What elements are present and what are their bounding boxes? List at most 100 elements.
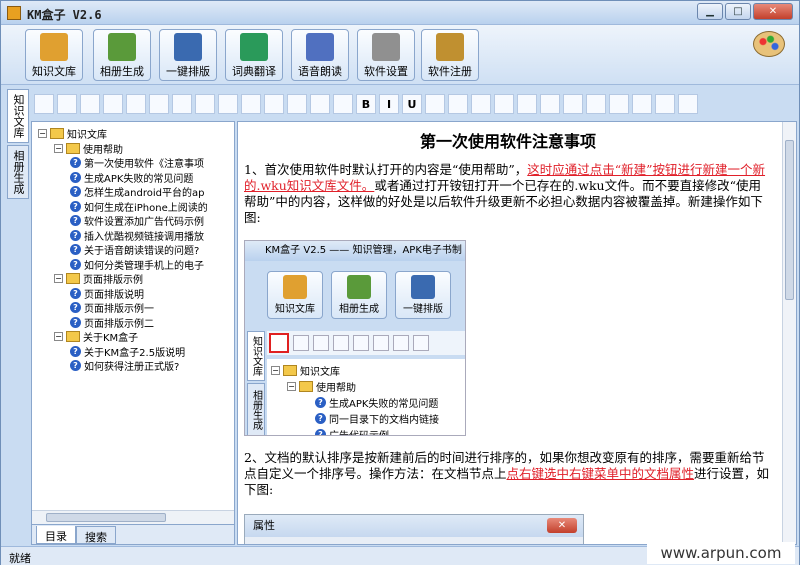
- folder-icon: [66, 273, 80, 284]
- toolbar-button-0[interactable]: 知识文库: [25, 29, 83, 81]
- collapse-toggle-icon[interactable]: −: [54, 274, 63, 283]
- tree-node[interactable]: ? 如何生成在iPhone上阅读的: [70, 199, 234, 214]
- tree-node[interactable]: − 页面排版示例: [54, 271, 234, 286]
- tree-node[interactable]: ? 第一次使用软件《注意事项: [70, 155, 234, 170]
- tree-node[interactable]: ? 如何分类管理手机上的电子: [70, 257, 234, 272]
- folder-icon: [50, 128, 64, 139]
- scroll-thumb[interactable]: [46, 513, 166, 522]
- toolbar-button-3[interactable]: 词典翻译: [225, 29, 283, 81]
- tree-node[interactable]: ? 页面排版示例二: [70, 315, 234, 330]
- document-view[interactable]: 第一次使用软件注意事项 1、首次使用软件时默认打开的内容是“使用帮助”，这时应通…: [237, 121, 797, 545]
- toolbar-button-5[interactable]: 软件设置: [357, 29, 415, 81]
- document-title: 第一次使用软件注意事项: [419, 132, 596, 151]
- collapse-toggle-icon[interactable]: −: [38, 129, 47, 138]
- scroll-thumb[interactable]: [785, 140, 794, 300]
- tab-album[interactable]: 相册生成: [7, 145, 29, 199]
- tree-horizontal-scrollbar[interactable]: [32, 510, 234, 524]
- dialog-close-icon: ✕: [547, 518, 577, 533]
- outdent-icon: [393, 335, 409, 351]
- toolbar-button-2[interactable]: 一键排版: [159, 29, 217, 81]
- folder-icon: [66, 331, 80, 342]
- tree-node[interactable]: ? 关于KM盒子2.5版说明: [70, 344, 234, 359]
- hr-icon[interactable]: [218, 94, 238, 114]
- title-bar[interactable]: KM盒子 V2.6 ▁ □ ✕: [1, 1, 799, 25]
- tree-node[interactable]: ? 页面排版示例一: [70, 300, 234, 315]
- tree-node[interactable]: − 使用帮助: [54, 141, 234, 156]
- clean-icon[interactable]: [632, 94, 652, 114]
- word-icon[interactable]: [678, 94, 698, 114]
- align-left-icon[interactable]: [264, 94, 284, 114]
- toolbar-button-6[interactable]: 软件注册: [421, 29, 479, 81]
- layout-icon: [174, 33, 202, 61]
- screenshot-tree-label: 同一目录下的文档内链接: [329, 415, 439, 426]
- italic-icon[interactable]: I: [379, 94, 399, 114]
- preview-icon[interactable]: [126, 94, 146, 114]
- toolbar-button-label: 语音朗读: [298, 65, 342, 78]
- help-doc-icon: ?: [70, 302, 81, 313]
- find-icon[interactable]: [149, 94, 169, 114]
- bold-icon[interactable]: B: [356, 94, 376, 114]
- tree-node[interactable]: ? 页面排版说明: [70, 286, 234, 301]
- maximize-button[interactable]: □: [725, 3, 751, 20]
- help-doc-icon: ?: [70, 258, 81, 270]
- tree-node[interactable]: ? 生成APK失败的常见问题: [70, 170, 234, 185]
- tree-node-label: 关于KM盒子: [83, 333, 139, 344]
- tree-node[interactable]: ? 如何获得注册正式版?: [70, 358, 234, 373]
- tree-node[interactable]: ? 关于语音朗读错误的问题?: [70, 242, 234, 257]
- paragraph-1: 1、首次使用软件时默认打开的内容是“使用帮助”，这时应通过点击“新建”按钮进行新…: [244, 162, 770, 226]
- tree-node[interactable]: − 知识文库: [38, 126, 234, 141]
- underline-icon[interactable]: U: [402, 94, 422, 114]
- collapse-toggle-icon[interactable]: −: [54, 143, 63, 153]
- sound-icon[interactable]: [655, 94, 675, 114]
- tree-node[interactable]: − 关于KM盒子: [54, 329, 234, 344]
- toolbar-button-4[interactable]: 语音朗读: [291, 29, 349, 81]
- cut-icon[interactable]: [494, 94, 514, 114]
- tab-catalog[interactable]: 目录: [36, 526, 76, 544]
- tree-node[interactable]: ? 插入优酷视频链接调用播放: [70, 228, 234, 243]
- close-button[interactable]: ✕: [753, 3, 793, 20]
- indent-icon[interactable]: [195, 94, 215, 114]
- collapse-toggle-icon[interactable]: −: [54, 332, 63, 341]
- p1-text: 1、首次使用软件时默认打开的内容是“使用帮助”，: [244, 162, 528, 177]
- align-right-icon[interactable]: [310, 94, 330, 114]
- tab-knowledge-library[interactable]: 知识文库: [7, 89, 29, 143]
- tree-node-label: 插入优酷视频链接调用播放: [84, 231, 204, 243]
- help-doc-icon: ?: [315, 413, 326, 424]
- key-icon: [436, 33, 464, 61]
- tree-node[interactable]: ? 怎样生成android平台的ap: [70, 184, 234, 199]
- globe-icon[interactable]: [609, 94, 629, 114]
- skin-palette-icon[interactable]: [753, 31, 785, 57]
- tree-node-label: 如何生成在iPhone上阅读的: [84, 202, 208, 214]
- line-icon[interactable]: [241, 94, 261, 114]
- tree-node-label: 页面排版示例: [83, 275, 143, 286]
- toolbar-button-1[interactable]: 相册生成: [93, 29, 151, 81]
- toolbar-button-label: 软件设置: [364, 65, 408, 78]
- folder-icon: [299, 381, 313, 392]
- document-vertical-scrollbar[interactable]: [782, 122, 796, 544]
- image-icon[interactable]: [563, 94, 583, 114]
- copy-icon[interactable]: [517, 94, 537, 114]
- tree-node[interactable]: ? 软件设置添加广告代码示例: [70, 213, 234, 228]
- edit-icon[interactable]: [471, 94, 491, 114]
- paste-icon[interactable]: [540, 94, 560, 114]
- align-center-icon[interactable]: [287, 94, 307, 114]
- tree-node-label: 页面排版示例一: [84, 304, 154, 315]
- outdent-icon[interactable]: [172, 94, 192, 114]
- open-icon[interactable]: [57, 94, 77, 114]
- toolbar-button-label: 词典翻译: [232, 65, 276, 78]
- screenshot-btn-3: 一键排版: [395, 271, 451, 319]
- minimize-button[interactable]: ▁: [697, 3, 723, 20]
- save-icon[interactable]: [80, 94, 100, 114]
- photo-album-icon: [347, 275, 371, 299]
- tree-node-label: 使用帮助: [83, 144, 123, 156]
- justify-icon[interactable]: [333, 94, 353, 114]
- print-icon[interactable]: [103, 94, 123, 114]
- new-icon[interactable]: [34, 94, 54, 114]
- folder-icon: [283, 365, 297, 376]
- help-doc-icon: ?: [315, 429, 326, 435]
- table-icon[interactable]: [586, 94, 606, 114]
- binoculars-icon[interactable]: [448, 94, 468, 114]
- folder-icon[interactable]: [425, 94, 445, 114]
- tab-search[interactable]: 搜索: [76, 526, 116, 544]
- screenshot-tree-label: 使用帮助: [316, 383, 356, 394]
